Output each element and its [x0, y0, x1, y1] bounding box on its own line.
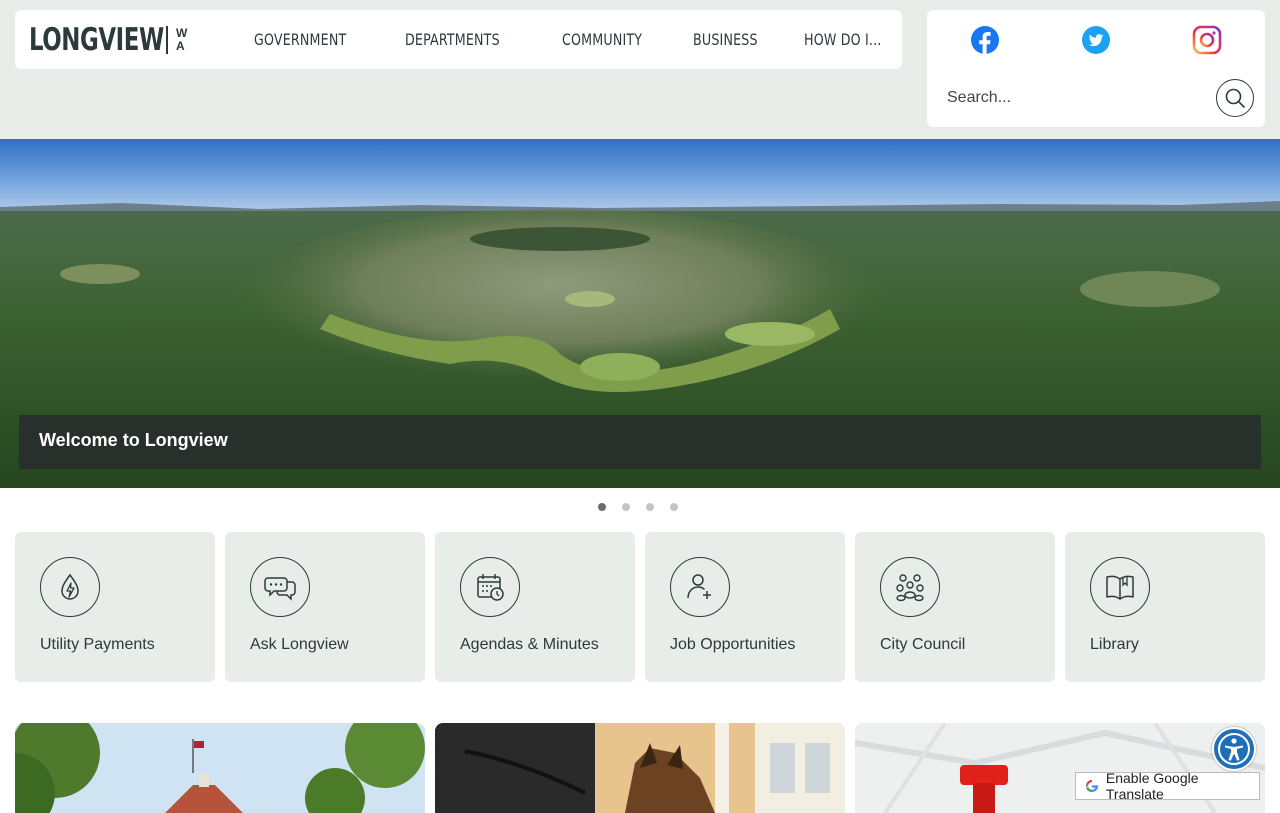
accessibility-icon — [1218, 733, 1250, 765]
city-logo[interactable]: LONGVIEW W A — [29, 22, 187, 58]
google-translate-button[interactable]: Enable Google Translate — [1075, 770, 1260, 802]
slide-dot-2[interactable] — [622, 503, 630, 511]
search-icon — [1225, 88, 1245, 108]
hero-caption-text: Welcome to Longview — [39, 430, 228, 450]
nav-item-community[interactable]: COMMUNITY — [562, 30, 642, 49]
hero-slideshow[interactable]: Welcome to Longview — [0, 139, 1280, 488]
social-links — [927, 10, 1265, 69]
slide-dot-3[interactable] — [646, 503, 654, 511]
tile-label: Agendas & Minutes — [460, 636, 599, 653]
person-plus-icon — [687, 574, 711, 599]
main-navigation: LONGVIEW W A GOVERNMENT DEPARTMENTS COMM… — [15, 10, 902, 69]
slide-dot-4[interactable] — [670, 503, 678, 511]
search-button[interactable] — [1216, 79, 1254, 117]
nav-item-government[interactable]: GOVERNMENT — [254, 30, 346, 49]
google-translate-icon — [1084, 778, 1100, 794]
search-box — [927, 69, 1265, 127]
tile-label: City Council — [880, 636, 966, 653]
open-book-icon — [1106, 575, 1134, 600]
search-input[interactable] — [947, 85, 1187, 111]
tile-label: Job Opportunities — [670, 636, 796, 653]
tile-agendas-minutes[interactable]: Agendas & Minutes — [435, 532, 635, 682]
nav-item-business[interactable]: BUSINESS — [693, 30, 758, 49]
accessibility-button[interactable] — [1212, 727, 1256, 771]
calendar-clock-icon — [477, 574, 504, 601]
logo-state-abbrev: W A — [176, 26, 188, 53]
tile-label: Utility Payments — [40, 636, 155, 653]
tile-job-opportunities[interactable]: Job Opportunities — [645, 532, 845, 682]
logo-divider — [166, 26, 168, 54]
google-translate-label: Enable Google Translate — [1105, 770, 1199, 802]
tile-label: Library — [1090, 636, 1139, 653]
nav-item-how-do-i[interactable]: HOW DO I... — [804, 30, 882, 49]
logo-wordmark: LONGVIEW — [29, 22, 164, 58]
chat-bubbles-icon — [264, 577, 296, 601]
tile-label: Ask Longview — [250, 636, 349, 653]
facebook-icon[interactable] — [970, 25, 1000, 55]
utility-drop-bolt-icon — [61, 573, 79, 600]
instagram-icon[interactable] — [1192, 25, 1222, 55]
slide-pager — [598, 503, 678, 511]
tile-city-council[interactable]: City Council — [855, 532, 1055, 682]
tile-library[interactable]: Library — [1065, 532, 1265, 682]
tile-ask-longview[interactable]: Ask Longview — [225, 532, 425, 682]
twitter-icon[interactable] — [1081, 25, 1111, 55]
group-people-icon — [896, 574, 924, 602]
nav-item-departments[interactable]: DEPARTMENTS — [405, 30, 500, 49]
slide-dot-1[interactable] — [598, 503, 606, 511]
hero-caption: Welcome to Longview — [19, 415, 1261, 469]
tile-utility-payments[interactable]: Utility Payments — [15, 532, 215, 682]
